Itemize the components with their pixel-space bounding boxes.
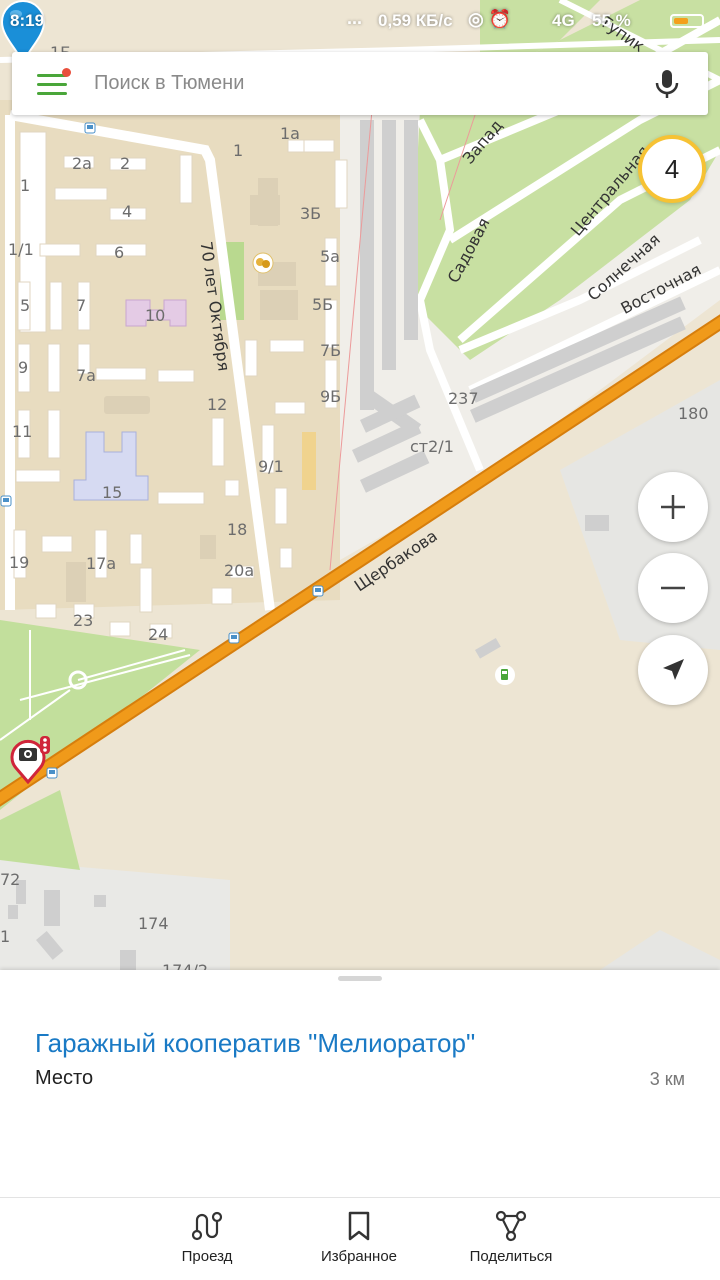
house-number: 10	[145, 306, 166, 325]
house-number: 2	[120, 154, 131, 173]
share-label: Поделиться	[469, 1248, 553, 1265]
house-number: 5а	[320, 247, 340, 266]
house-number: 4	[122, 202, 133, 221]
minus-icon	[661, 586, 685, 590]
my-location-button[interactable]	[638, 635, 708, 705]
house-number: 7а	[76, 366, 96, 385]
favorites-label: Избранное	[320, 1248, 398, 1265]
status-time: 8:19	[10, 11, 45, 30]
battery-fill	[674, 18, 688, 24]
search-bar[interactable]	[12, 52, 708, 115]
directions-button[interactable]: Проезд	[132, 1210, 282, 1265]
traffic-score-button[interactable]: 4	[638, 135, 706, 203]
notification-dot	[62, 68, 71, 77]
directions-label: Проезд	[181, 1248, 233, 1265]
house-number: 18	[227, 520, 248, 539]
favorites-button[interactable]: Избранное	[284, 1210, 434, 1265]
house-number: 1	[0, 927, 11, 946]
house-number: 20а	[224, 561, 255, 580]
house-number: 174	[138, 914, 169, 933]
menu-icon[interactable]	[37, 68, 71, 96]
plus-icon	[661, 495, 685, 519]
place-card[interactable]: Гаражный кооператив "Мелиоратор" Место 3…	[0, 970, 720, 1280]
house-number: 2а	[72, 154, 92, 173]
house-number: 5	[20, 296, 31, 315]
house-number: 1/1	[8, 240, 34, 259]
house-number: 5Б	[312, 295, 334, 314]
route-icon	[191, 1211, 223, 1241]
house-number: 6	[114, 243, 125, 262]
divider	[0, 1197, 720, 1198]
microphone-icon[interactable]	[654, 68, 680, 100]
house-number: 3Б	[300, 204, 322, 223]
battery-icon	[670, 14, 704, 28]
place-title[interactable]: Гаражный кооператив "Мелиоратор"	[35, 1028, 475, 1059]
house-number: 174/2	[162, 961, 208, 970]
status-dots: ...	[347, 8, 363, 28]
share-button[interactable]: Поделиться	[436, 1210, 586, 1265]
house-number: 180	[678, 404, 709, 423]
theatre-icon[interactable]	[252, 252, 274, 274]
house-number: 9	[18, 358, 29, 377]
bus-stop-icon[interactable]	[46, 767, 58, 779]
house-number: 15	[102, 483, 123, 502]
house-number: 1	[20, 176, 31, 195]
network-type: 4G	[552, 11, 575, 30]
house-number: 7Б	[320, 341, 342, 360]
house-number: 1а	[280, 124, 300, 143]
search-input[interactable]	[94, 72, 614, 95]
bus-stop-icon[interactable]	[312, 585, 324, 597]
share-icon	[495, 1210, 527, 1242]
bus-stop-icon[interactable]	[84, 122, 96, 134]
house-number: 9Б	[320, 387, 342, 406]
drag-handle[interactable]	[338, 976, 382, 981]
house-number: 1	[233, 141, 244, 160]
house-number: 9/1	[258, 457, 284, 476]
battery-percent: 55 %	[592, 11, 631, 30]
zoom-in-button[interactable]	[638, 472, 708, 542]
zoom-out-button[interactable]	[638, 553, 708, 623]
navigation-arrow-icon	[663, 659, 684, 680]
bus-stop-icon[interactable]	[228, 632, 240, 644]
house-number: ст2/1	[410, 437, 454, 456]
bookmark-icon	[348, 1211, 370, 1241]
map-view[interactable]: Щербакова 70 лет Октября Садовая Централ…	[0, 0, 720, 970]
status-bar: 8:19 ... 0,59 КБ/с ◎ ⏰ 4G 55 %	[0, 0, 720, 44]
network-speed: 0,59 КБ/с	[378, 11, 453, 30]
house-number: 24	[148, 625, 169, 644]
alarm-icon: ◎ ⏰	[468, 9, 512, 29]
house-number: 11	[12, 422, 33, 441]
place-distance: 3 км	[649, 1069, 685, 1089]
place-type: Место	[35, 1067, 94, 1089]
house-number: 7	[76, 296, 87, 315]
house-number: 17а	[86, 554, 117, 573]
gas-station-icon[interactable]	[494, 664, 516, 686]
bus-stop-icon[interactable]	[0, 495, 12, 507]
house-number: 12	[207, 395, 228, 414]
house-number: 72	[0, 870, 21, 889]
house-number: 19	[9, 553, 30, 572]
house-number: 23	[73, 611, 94, 630]
house-number: 237	[448, 389, 479, 408]
